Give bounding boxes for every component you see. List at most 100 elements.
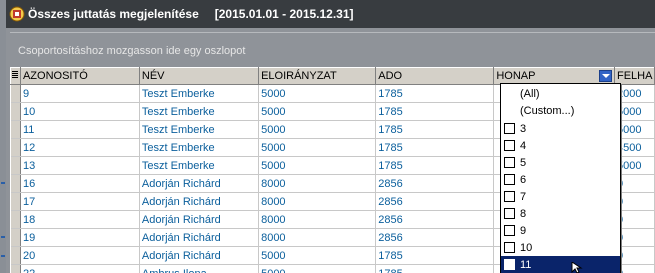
cell-eloiranyzat[interactable]: 5000 <box>258 156 377 175</box>
row-selector[interactable] <box>10 102 21 121</box>
filter-option-month[interactable]: 5 <box>501 154 620 171</box>
cell-ado[interactable]: 1785 <box>375 246 495 265</box>
cell-ado[interactable]: 2856 <box>375 192 495 211</box>
title-bar[interactable]: Összes juttatás megjelenítése [2015.01.0… <box>6 0 655 28</box>
row-selector[interactable] <box>10 264 21 273</box>
filter-checkbox[interactable] <box>504 259 515 270</box>
row-selector[interactable] <box>10 246 21 265</box>
column-header-ado[interactable]: ADO <box>375 67 495 85</box>
filter-checkbox[interactable] <box>504 208 515 219</box>
cell-nev[interactable]: Teszt Emberke <box>139 102 260 121</box>
filter-checkbox[interactable] <box>504 123 515 134</box>
cell-nev[interactable]: Teszt Emberke <box>139 156 260 175</box>
cell-nev[interactable]: Teszt Emberke <box>139 138 260 157</box>
filter-option-month[interactable]: 9 <box>501 222 620 239</box>
cell-azonosito[interactable]: 13 <box>20 156 140 175</box>
filter-dropdown-icon[interactable] <box>598 70 612 82</box>
group-by-hint: Csoportosításhoz mozgasson ide egy oszlo… <box>18 45 246 57</box>
row-selector[interactable] <box>10 228 21 247</box>
filter-checkbox[interactable] <box>504 225 515 236</box>
cell-ado[interactable]: 1785 <box>375 102 495 121</box>
cell-ado[interactable]: 1785 <box>375 264 495 273</box>
filter-checkbox[interactable] <box>504 242 515 253</box>
cell-ado[interactable]: 1785 <box>375 156 495 175</box>
cell-azonosito[interactable]: 22 <box>20 264 140 273</box>
cell-eloiranyzat[interactable]: 5000 <box>258 138 377 157</box>
cell-azonosito[interactable]: 19 <box>20 228 140 247</box>
app-icon[interactable] <box>9 6 25 22</box>
row-selector[interactable] <box>10 120 21 139</box>
filter-option-label: 3 <box>520 122 527 135</box>
row-selector[interactable] <box>10 192 21 211</box>
cell-nev[interactable]: Adorján Richárd <box>139 174 260 193</box>
cell-eloiranyzat[interactable]: 5000 <box>258 120 377 139</box>
filter-option-month[interactable]: 7 <box>501 188 620 205</box>
filter-option-label: 8 <box>520 207 527 220</box>
cell-nev[interactable]: Teszt Emberke <box>139 120 260 139</box>
cell-azonosito[interactable]: 11 <box>20 120 140 139</box>
cell-eloiranyzat[interactable]: 8000 <box>258 228 377 247</box>
cell-azonosito[interactable]: 18 <box>20 210 140 229</box>
cell-ado[interactable]: 2856 <box>375 228 495 247</box>
row-selector[interactable] <box>10 84 21 103</box>
filter-option-label: 9 <box>520 224 527 237</box>
filter-option-month[interactable]: 3 <box>501 120 620 137</box>
cell-nev[interactable]: Teszt Emberke <box>139 84 260 103</box>
cell-eloiranyzat[interactable]: 8000 <box>258 192 377 211</box>
column-header-eloiranyzat[interactable]: ELOIRÁNYZAT <box>258 67 377 85</box>
filter-option-label: 11 <box>520 258 532 271</box>
cell-eloiranyzat[interactable]: 5000 <box>258 102 377 121</box>
group-by-panel[interactable]: Csoportosításhoz mozgasson ide egy oszlo… <box>10 32 655 66</box>
cell-nev[interactable]: Ambrus Ilona <box>139 264 260 273</box>
filter-checkbox[interactable] <box>504 191 515 202</box>
filter-option-month[interactable]: 6 <box>501 171 620 188</box>
cell-ado[interactable]: 1785 <box>375 120 495 139</box>
filter-option-month[interactable]: 4 <box>501 137 620 154</box>
row-selector[interactable] <box>10 210 21 229</box>
cell-azonosito[interactable]: 17 <box>20 192 140 211</box>
column-header-nev[interactable]: NÉV <box>138 67 260 85</box>
background-mark <box>1 236 5 238</box>
cell-nev[interactable]: Adorján Richárd <box>139 246 260 265</box>
column-chooser-icon[interactable] <box>10 67 21 85</box>
row-selector[interactable] <box>10 174 21 193</box>
filter-option-label: (All) <box>520 87 540 100</box>
cell-azonosito[interactable]: 10 <box>20 102 140 121</box>
filter-option-label: 6 <box>520 173 527 186</box>
filter-option-month[interactable]: 10 <box>501 239 620 256</box>
filter-checkbox[interactable] <box>504 174 515 185</box>
cell-nev[interactable]: Adorján Richárd <box>139 228 260 247</box>
cell-azonosito[interactable]: 9 <box>20 84 140 103</box>
filter-option-label: (Custom...) <box>520 104 575 117</box>
column-header-honap[interactable]: HONAP <box>493 67 615 85</box>
filter-option-month[interactable]: 8 <box>501 205 620 222</box>
filter-option-all[interactable]: (All) <box>501 85 620 102</box>
column-header-azonosito[interactable]: AZONOSITÓ <box>19 67 140 85</box>
cell-eloiranyzat[interactable]: 5000 <box>258 84 377 103</box>
filter-option-month[interactable]: 11 <box>501 256 620 273</box>
filter-checkbox[interactable] <box>504 157 515 168</box>
filter-checkbox[interactable] <box>504 140 515 151</box>
filter-option-label: 7 <box>520 190 527 203</box>
cell-azonosito[interactable]: 12 <box>20 138 140 157</box>
column-header-felha[interactable]: FELHA <box>613 67 655 85</box>
filter-option-label: 4 <box>520 139 527 152</box>
cell-nev[interactable]: Adorján Richárd <box>139 192 260 211</box>
cell-ado[interactable]: 2856 <box>375 210 495 229</box>
cell-eloiranyzat[interactable]: 5000 <box>258 246 377 265</box>
cell-ado[interactable]: 2856 <box>375 174 495 193</box>
cell-azonosito[interactable]: 20 <box>20 246 140 265</box>
filter-option-custom[interactable]: (Custom...) <box>501 102 620 119</box>
cell-ado[interactable]: 1785 <box>375 138 495 157</box>
cell-nev[interactable]: Adorján Richárd <box>139 210 260 229</box>
cell-azonosito[interactable]: 16 <box>20 174 140 193</box>
row-selector[interactable] <box>10 138 21 157</box>
cell-eloiranyzat[interactable]: 8000 <box>258 210 377 229</box>
cell-ado[interactable]: 1785 <box>375 84 495 103</box>
cell-eloiranyzat[interactable]: 8000 <box>258 174 377 193</box>
row-selector[interactable] <box>10 156 21 175</box>
honap-filter-dropdown[interactable]: (All) (Custom...) 3 4 5 6 7 8 9 10 11 <box>500 83 621 273</box>
mouse-cursor-icon <box>571 262 583 273</box>
cell-eloiranyzat[interactable]: 5000 <box>258 264 377 273</box>
background-mark <box>1 255 5 257</box>
